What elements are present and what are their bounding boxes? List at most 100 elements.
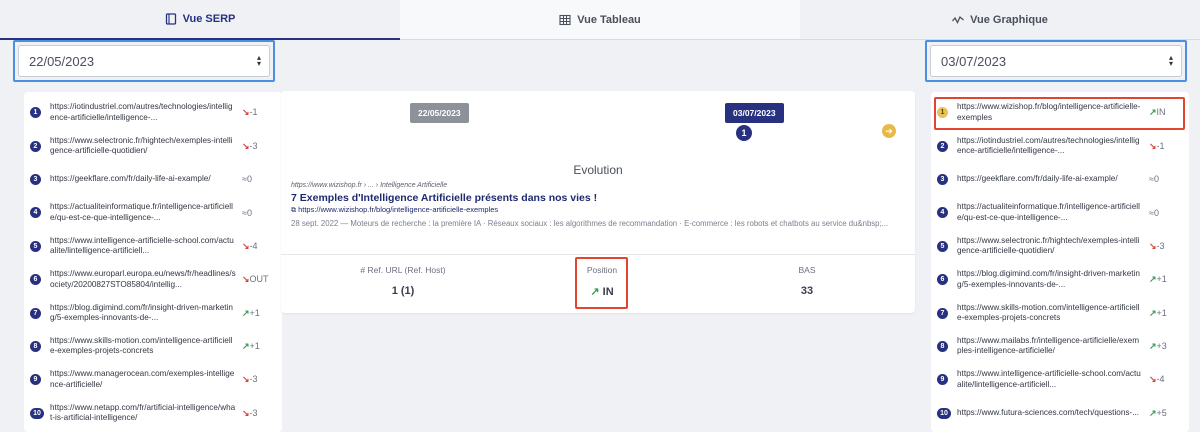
result-url[interactable]: https://www.europarl.europa.eu/news/fr/h…: [50, 269, 236, 290]
rank-change-value: +3: [1156, 340, 1167, 351]
select-arrows-icon: ▴ ▾: [1168, 53, 1173, 68]
serp-list-item[interactable]: 5 https://www.intelligence-artificielle-s…: [24, 230, 282, 263]
result-url[interactable]: https://blog.digimind.com/fr/insight-dri…: [957, 269, 1143, 290]
stat-ref-url: # Ref. URL (Ref. Host) 1 (1): [303, 265, 503, 297]
serp-list-item[interactable]: 6 https://www.europarl.europa.eu/news/fr/…: [24, 263, 282, 296]
serp-list-item[interactable]: 2 https://iotindustriel.com/autres/techno…: [931, 129, 1189, 162]
right-date-value: 03/07/2023: [941, 53, 1007, 69]
serp-list-item[interactable]: 10 https://www.futura-sciences.com/tech/q…: [931, 397, 1189, 430]
result-url[interactable]: https://blog.digimind.com/fr/insight-dri…: [50, 303, 236, 324]
serp-list-item[interactable]: 1 https://www.wizishop.fr/blog/intelligen…: [931, 96, 1189, 130]
rank-change-value: +5: [1156, 407, 1167, 418]
rank-badge: 8: [30, 340, 41, 352]
tab-label: Vue Tableau: [577, 13, 641, 26]
arrow-down-right-icon: ↘: [242, 240, 250, 251]
rank-change-value: -3: [249, 374, 258, 385]
result-url[interactable]: https://geekflare.com/fr/daily-life-ai-e…: [50, 174, 236, 185]
rank-change: ↘-3: [242, 141, 276, 152]
rank-change: ↘-3: [242, 374, 276, 385]
select-arrows-icon: ▴ ▾: [256, 53, 261, 68]
rank-change: ≈0: [242, 174, 276, 184]
stat-value: 1 (1): [391, 285, 415, 297]
rank-badge: 10: [30, 407, 44, 419]
result-url[interactable]: https://iotindustriel.com/autres/technol…: [50, 102, 236, 123]
result-url[interactable]: https://www.skills-motion.com/intelligen…: [957, 303, 1143, 324]
result-url[interactable]: https://www.netapp.com/fr/artificial-int…: [50, 403, 236, 424]
rank-badge: 5: [30, 240, 41, 252]
arrow-down-right-icon: ↘: [1149, 374, 1157, 385]
arrow-down-right-icon: ↘: [242, 274, 250, 285]
rank-badge: 9: [937, 374, 948, 386]
serp-list-item[interactable]: 4 https://actualiteinformatique.fr/intell…: [931, 196, 1189, 229]
result-url[interactable]: https://www.selectronic.fr/hightech/exem…: [50, 136, 236, 157]
serp-list-item[interactable]: 5 https://www.selectronic.fr/hightech/exe…: [931, 230, 1189, 263]
result-url[interactable]: https://actualiteinformatique.fr/intelli…: [957, 202, 1143, 223]
tab-vue-tableau[interactable]: Vue Tableau: [400, 0, 800, 40]
rank-badge: 7: [30, 307, 41, 319]
rank-change-value: -3: [249, 140, 258, 151]
arrow-right-circle-icon[interactable]: ➔: [882, 124, 896, 138]
rank-badge: 8: [937, 340, 948, 352]
serp-list-item[interactable]: 7 https://www.skills-motion.com/intellige…: [931, 296, 1189, 329]
result-url[interactable]: https://iotindustriel.com/autres/technol…: [957, 136, 1143, 157]
rank-badge: 2: [937, 140, 948, 152]
rank-badge: 7: [937, 307, 948, 319]
arrow-up-right-icon: ↗: [1149, 407, 1157, 418]
rank-badge: 4: [937, 207, 948, 219]
serp-list-item[interactable]: 6 https://blog.digimind.com/fr/insight-dr…: [931, 263, 1189, 296]
rank-change: ↘-4: [242, 241, 276, 252]
serp-list-item[interactable]: 7 https://blog.digimind.com/fr/insight-dr…: [24, 296, 282, 329]
arrow-down-right-icon: ↘: [1149, 240, 1157, 251]
rank-change: ↘-3: [242, 408, 276, 419]
result-url[interactable]: https://www.managerocean.com/exemples-in…: [50, 369, 236, 390]
stat-value: 33: [800, 285, 814, 297]
arrow-up-right-icon: ↗: [1149, 340, 1157, 351]
rank-change: ↘-4: [1149, 374, 1183, 385]
serp-list-item[interactable]: 8 https://www.skills-motion.com/intellige…: [24, 330, 282, 363]
evolution-card: 22/05/2023 03/07/2023 1 ➔ Evolution http…: [281, 91, 915, 313]
position-highlight-box: [575, 257, 628, 309]
result-url[interactable]: https://www.selectronic.fr/hightech/exem…: [957, 236, 1143, 257]
result-url[interactable]: https://www.skills-motion.com/intelligen…: [50, 336, 236, 357]
serp-list-item[interactable]: 9 https://www.managerocean.com/exemples-i…: [24, 363, 282, 396]
serp-list-item[interactable]: 10 https://www.netapp.com/fr/artificial-i…: [24, 397, 282, 430]
result-url[interactable]: https://www.intelligence-artificielle-sc…: [50, 236, 236, 257]
result-url[interactable]: https://geekflare.com/fr/daily-life-ai-e…: [957, 174, 1143, 185]
tab-vue-serp[interactable]: Vue SERP: [0, 0, 400, 40]
serp-list-item[interactable]: 4 https://actualiteinformatique.fr/intell…: [24, 196, 282, 229]
new-entry-highlight-box: [934, 97, 1185, 130]
rank-change-value: 0: [246, 207, 252, 218]
rank-change-value: +1: [1156, 307, 1167, 318]
result-url[interactable]: https://www.mailabs.fr/intelligence-arti…: [957, 336, 1143, 357]
right-date-select[interactable]: 03/07/2023 ▴ ▾: [930, 45, 1182, 77]
tab-vue-graphique[interactable]: Vue Graphique: [800, 0, 1200, 40]
result-url[interactable]: https://www.intelligence-artificielle-sc…: [957, 369, 1143, 390]
result-url[interactable]: https://www.futura-sciences.com/tech/que…: [957, 408, 1143, 419]
serp-list-item[interactable]: 2 https://www.selectronic.fr/hightech/exe…: [24, 129, 282, 162]
result-url[interactable]: https://actualiteinformatique.fr/intelli…: [50, 202, 236, 223]
rank-badge: 3: [937, 173, 948, 185]
rank-change-value: +1: [249, 307, 260, 318]
rank-change-value: -1: [1156, 140, 1165, 151]
serp-list-item[interactable]: 9 https://www.intelligence-artificielle-s…: [931, 363, 1189, 396]
rank-badge: 6: [937, 274, 948, 286]
arrow-up-right-icon: ↗: [242, 307, 250, 318]
left-date-select-wrapper: 22/05/2023 ▴ ▾: [13, 40, 275, 82]
result-url-line[interactable]: ⧉ https://www.wizishop.fr/blog/intellige…: [291, 205, 911, 215]
rank-change: ↘OUT: [242, 274, 276, 285]
arrow-up-right-icon: ↗: [242, 340, 250, 351]
position-badge: 1: [736, 125, 752, 141]
serp-list-item[interactable]: 3 https://geekflare.com/fr/daily-life-ai-…: [931, 163, 1189, 196]
result-title[interactable]: 7 Exemples d'Intelligence Artificielle p…: [291, 192, 911, 204]
book-icon: [165, 13, 176, 25]
external-link-icon: ⧉: [291, 207, 296, 214]
rank-badge: 5: [937, 240, 948, 252]
table-icon: [559, 14, 571, 25]
serp-list-item[interactable]: 8 https://www.mailabs.fr/intelligence-art…: [931, 330, 1189, 363]
rank-change: ≈0: [242, 208, 276, 218]
serp-list-item[interactable]: 3 https://geekflare.com/fr/daily-life-ai-…: [24, 163, 282, 196]
left-date-select[interactable]: 22/05/2023 ▴ ▾: [18, 45, 270, 77]
rank-badge: 1: [30, 107, 41, 119]
serp-list-item[interactable]: 1 https://iotindustriel.com/autres/techno…: [24, 96, 282, 129]
rank-change-value: +1: [1156, 274, 1167, 285]
